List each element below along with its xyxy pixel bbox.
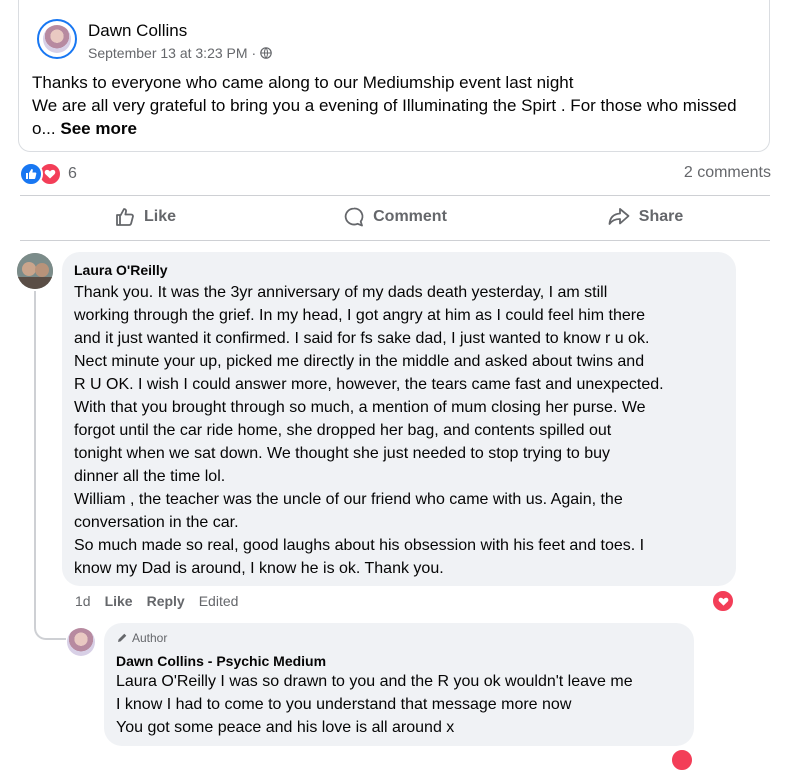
globe-icon[interactable] [260,47,273,59]
commenter-photo [17,253,53,289]
reply-love-reaction-partial[interactable] [670,748,694,772]
comment-edited-label: Edited [198,593,239,609]
comment-reply-button[interactable]: Reply [147,593,185,609]
like-label: Like [143,208,176,225]
meta-separator: · [251,45,257,61]
share-button[interactable]: Share [520,195,770,239]
reactions-summary[interactable]: 6 [19,162,77,186]
author-badge: Author [116,630,682,646]
like-icon [19,162,43,186]
share-label: Share [638,208,684,225]
commenter-name[interactable]: Laura O'Reilly [74,261,724,279]
thumbs-up-icon [116,208,134,226]
reaction-count: 6 [68,165,77,182]
comment-button[interactable]: Comment [270,195,520,239]
post-text: Thanks to everyone who came along to our… [32,71,752,140]
avatar-image [43,25,71,53]
post-author-name[interactable]: Dawn Collins [88,21,187,41]
comment-bubble: Laura O'Reilly Thank you. It was the 3yr… [62,252,736,586]
see-more-link[interactable]: See more [60,119,137,138]
reply-author-avatar[interactable] [67,628,95,656]
love-icon [718,597,728,606]
comment-icon [344,207,364,227]
author-badge-label: Author [132,631,168,645]
reply-author-name[interactable]: Dawn Collins - Psychic Medium [116,652,682,670]
post-date[interactable]: September 13 at 3:23 PM [88,45,248,61]
like-button[interactable]: Like [20,195,270,239]
reply-text: Laura O'Reilly I was so drawn to you and… [116,673,633,736]
commenter-avatar[interactable] [17,253,53,289]
comment-like-button[interactable]: Like [105,593,133,609]
comment-time[interactable]: 1d [75,593,91,609]
pencil-icon [118,633,127,642]
share-icon [608,208,630,225]
post-author-avatar[interactable] [37,19,77,59]
post-body: Thanks to everyone who came along to our… [32,73,737,138]
divider-bottom [20,240,770,241]
post-meta: September 13 at 3:23 PM · [88,45,273,61]
comments-count-link[interactable]: 2 comments [684,164,771,182]
comment-label: Comment [373,208,447,225]
reply-bubble: Author Dawn Collins - Psychic Medium Lau… [104,623,694,746]
action-bar: Like Comment Share [20,195,770,239]
comment-actions: 1d Like Reply Edited [75,593,238,609]
comment-love-reaction[interactable] [711,589,735,613]
comment-text: Thank you. It was the 3yr anniversary of… [74,284,664,577]
